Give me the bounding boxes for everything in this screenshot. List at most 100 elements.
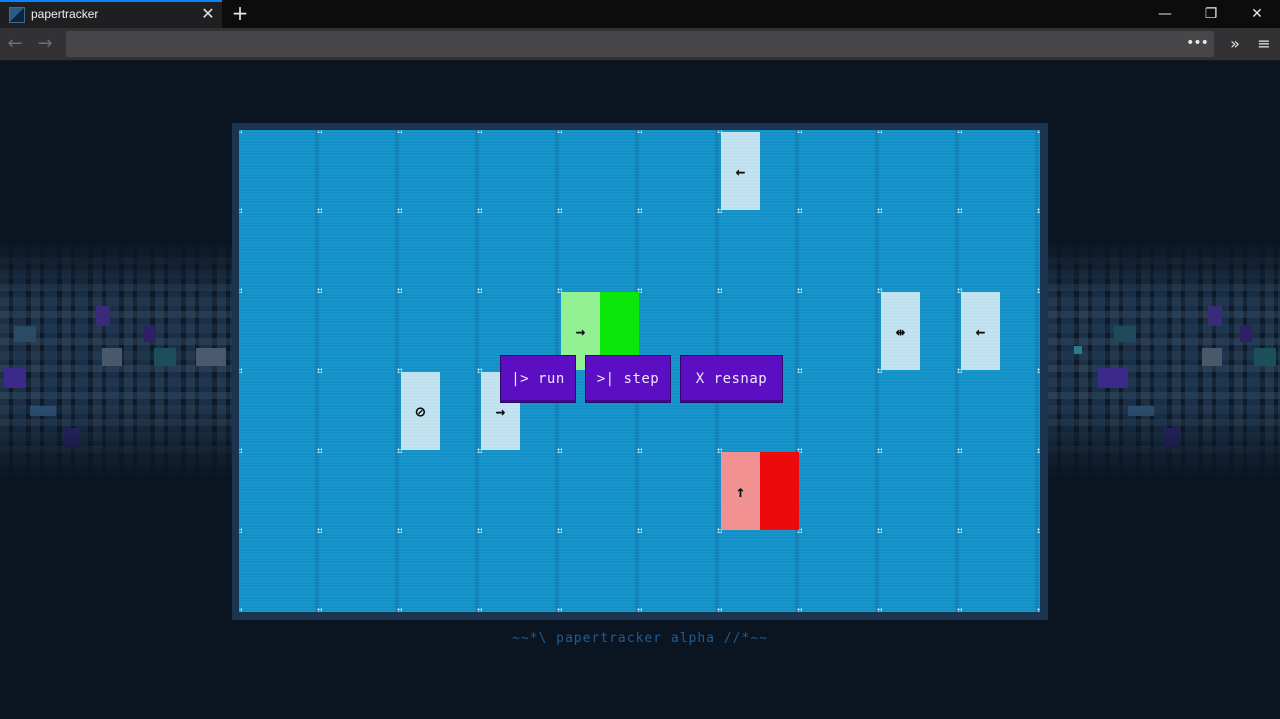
grid-dot bbox=[637, 130, 642, 133]
tile-left-arrow-right[interactable]: ← bbox=[961, 292, 1000, 370]
grid-dot bbox=[557, 130, 562, 133]
grid-dot bbox=[957, 448, 962, 453]
grid-dot bbox=[637, 528, 642, 533]
grid-dot bbox=[397, 528, 402, 533]
grid-dot bbox=[877, 130, 882, 133]
grid-dot bbox=[397, 608, 402, 612]
new-tab-button[interactable]: + bbox=[230, 2, 250, 24]
overflow-button[interactable]: » bbox=[1224, 32, 1246, 56]
hamburger-menu-icon: ≡ bbox=[1257, 34, 1271, 53]
grid-dot bbox=[957, 130, 962, 133]
grid-dot bbox=[637, 608, 642, 612]
grid-dot bbox=[557, 208, 562, 213]
grid-dot bbox=[637, 208, 642, 213]
back-button[interactable]: ← bbox=[3, 32, 27, 56]
grid-dot bbox=[239, 130, 242, 133]
grid-dot bbox=[877, 448, 882, 453]
grid-dot bbox=[397, 130, 402, 133]
restore-button[interactable]: ❐ bbox=[1188, 0, 1234, 28]
grid-dot bbox=[797, 208, 802, 213]
minimize-icon: — bbox=[1158, 6, 1172, 22]
grid-dot bbox=[317, 528, 322, 533]
grid-dot bbox=[1037, 528, 1040, 533]
grid-dot bbox=[1037, 208, 1040, 213]
page-actions-button[interactable]: ••• bbox=[1186, 31, 1209, 57]
grid-dot bbox=[877, 608, 882, 612]
grid-dot bbox=[797, 608, 802, 612]
tab-title: papertracker bbox=[31, 7, 99, 21]
background-noise-right bbox=[1048, 240, 1280, 480]
grid-dot bbox=[397, 288, 402, 293]
grid-dot bbox=[557, 448, 562, 453]
grid-dot bbox=[239, 288, 242, 293]
footer-title: ~~*\ papertracker alpha //*~~ bbox=[512, 631, 768, 646]
overflow-icon: » bbox=[1230, 34, 1240, 53]
grid-dot bbox=[1037, 608, 1040, 612]
grid-dot bbox=[797, 368, 802, 373]
tab-close-icon[interactable]: ✕ bbox=[200, 5, 216, 23]
grid-dot bbox=[1037, 368, 1040, 373]
grid-dot bbox=[477, 288, 482, 293]
grid-dot bbox=[317, 208, 322, 213]
back-arrow-icon: ← bbox=[7, 33, 23, 54]
grid-dot bbox=[557, 528, 562, 533]
grid-dot bbox=[877, 208, 882, 213]
grid-dot bbox=[317, 448, 322, 453]
grid-dot bbox=[877, 528, 882, 533]
double-bar-icon: ⇹ bbox=[895, 321, 906, 341]
grid-dot bbox=[797, 288, 802, 293]
run-button[interactable]: |> run bbox=[500, 355, 576, 403]
navigation-bar: ← → ••• » ≡ bbox=[0, 28, 1280, 61]
tab-bar: papertracker ✕ + — ❐ ✕ bbox=[0, 0, 1280, 28]
tile-left-arrow-top[interactable]: ← bbox=[721, 132, 760, 210]
grid-dot bbox=[957, 608, 962, 612]
grid-dot bbox=[717, 608, 722, 612]
grid-dot bbox=[317, 288, 322, 293]
left-arrow-icon: ← bbox=[975, 321, 986, 341]
tab-papertracker[interactable]: papertracker ✕ bbox=[0, 0, 222, 28]
more-icon: ••• bbox=[1186, 35, 1209, 51]
tile-blocked[interactable]: ⊘ bbox=[401, 372, 440, 450]
tile-rotate-mid[interactable]: ⇹ bbox=[881, 292, 920, 370]
grid-dot bbox=[477, 208, 482, 213]
grid-dot bbox=[477, 528, 482, 533]
menu-button[interactable]: ≡ bbox=[1253, 32, 1275, 56]
grid-dot bbox=[1037, 288, 1040, 293]
tile-end-red[interactable]: ↑ bbox=[721, 452, 760, 530]
blocked-icon: ⊘ bbox=[415, 401, 426, 421]
grid-dot bbox=[1037, 130, 1040, 133]
tile-end-red-cell[interactable] bbox=[760, 452, 799, 530]
restore-icon: ❐ bbox=[1204, 6, 1218, 22]
close-icon: ✕ bbox=[1251, 6, 1263, 22]
grid-dot bbox=[317, 608, 322, 612]
game-board[interactable]: ← ⇹ ← ⊘ → → ↑ |> run >| step X resnap bbox=[239, 130, 1040, 612]
background-noise-left bbox=[0, 240, 232, 480]
grid-dot bbox=[397, 208, 402, 213]
step-button[interactable]: >| step bbox=[585, 355, 671, 403]
resnap-button[interactable]: X resnap bbox=[680, 355, 783, 403]
grid-dot bbox=[477, 130, 482, 133]
grid-dot bbox=[317, 368, 322, 373]
grid-dot bbox=[1037, 448, 1040, 453]
up-arrow-icon: ↑ bbox=[735, 481, 746, 501]
minimize-button[interactable]: — bbox=[1142, 0, 1188, 28]
grid-dot bbox=[317, 130, 322, 133]
grid-dot bbox=[957, 528, 962, 533]
grid-dot bbox=[557, 608, 562, 612]
grid-dot bbox=[239, 608, 242, 612]
left-arrow-icon: ← bbox=[735, 161, 746, 181]
url-bar[interactable]: ••• bbox=[66, 31, 1214, 57]
game-board-frame: ← ⇹ ← ⊘ → → ↑ |> run >| step X resnap bbox=[232, 123, 1048, 620]
grid-dot bbox=[717, 288, 722, 293]
right-arrow-icon: → bbox=[495, 401, 506, 421]
close-window-button[interactable]: ✕ bbox=[1234, 0, 1280, 28]
favicon-icon bbox=[9, 7, 25, 23]
grid-dot bbox=[239, 208, 242, 213]
grid-dot bbox=[957, 208, 962, 213]
grid-dot bbox=[797, 130, 802, 133]
forward-arrow-icon: → bbox=[37, 33, 53, 54]
grid-dot bbox=[477, 608, 482, 612]
forward-button[interactable]: → bbox=[33, 32, 57, 56]
grid-dot bbox=[239, 448, 242, 453]
grid-dot bbox=[239, 368, 242, 373]
